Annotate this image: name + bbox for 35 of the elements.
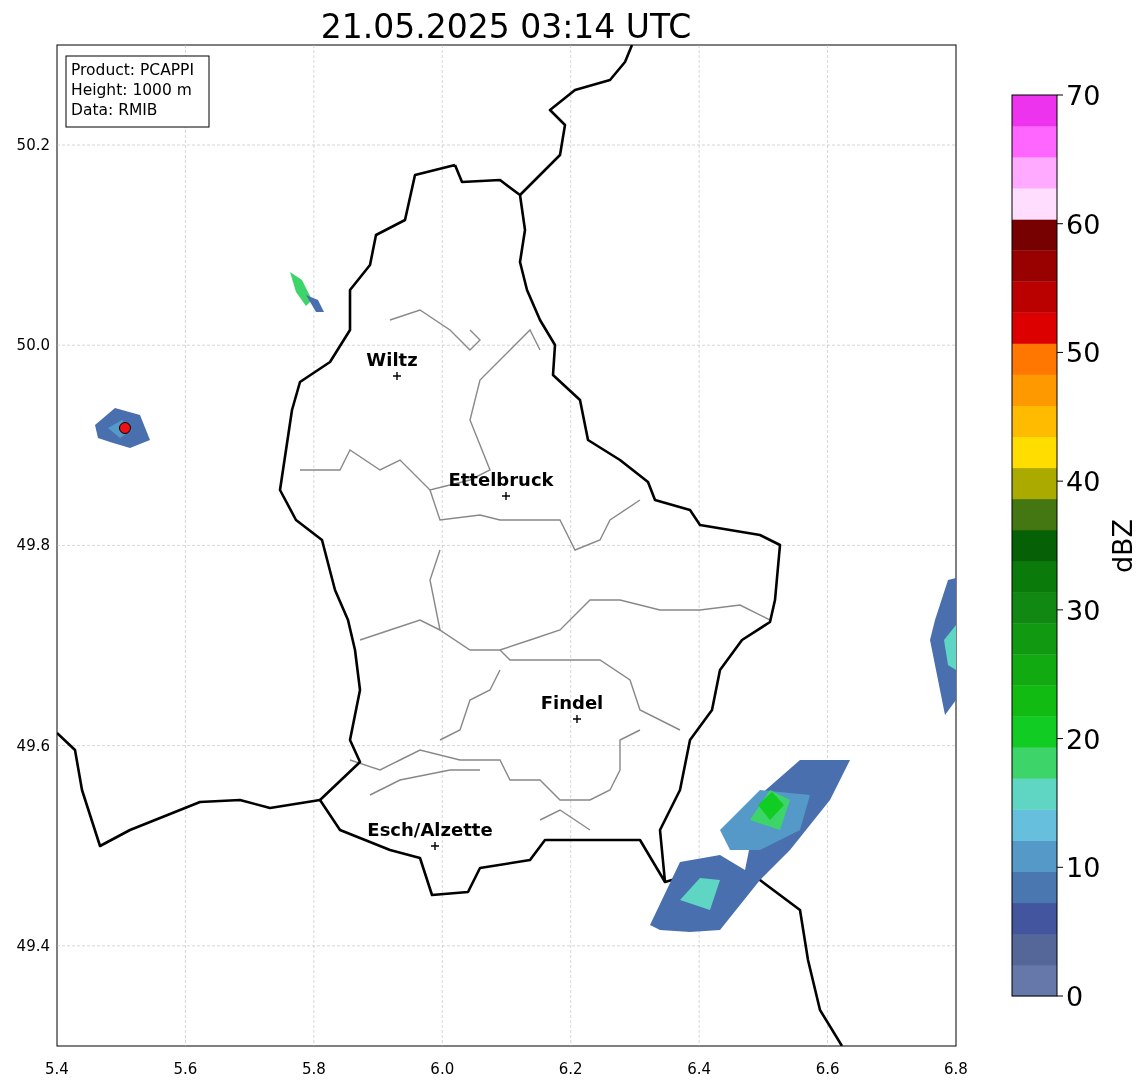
axis-tick-label: 6.4 — [687, 1060, 712, 1078]
axis-tick-label: 49.6 — [16, 736, 50, 755]
colorbar-tick-label: 20 — [1066, 723, 1101, 755]
colorbar-tick-label: 30 — [1066, 594, 1101, 626]
city-marker-icon — [392, 371, 402, 381]
colorbar-label: dBZ — [1107, 518, 1138, 574]
city-marker-icon — [501, 491, 511, 501]
axis-tick-label: 6.8 — [944, 1060, 968, 1078]
city-marker-icon — [430, 841, 440, 851]
colorbar-tick-label: 50 — [1066, 337, 1101, 369]
city-label: Ettelbruck — [448, 469, 554, 490]
colorbar-tick-label: 0 — [1066, 981, 1084, 1012]
city-label: Wiltz — [366, 349, 418, 370]
axis-tick-label: 5.8 — [301, 1060, 326, 1078]
radar-site-icon — [119, 422, 131, 434]
chart-title: 21.05.2025 03:14 UTC — [320, 7, 692, 46]
colorbar-tick-label: 60 — [1066, 208, 1101, 240]
axis-tick-label: 50.2 — [16, 136, 50, 154]
axis-tick-label: 6.0 — [430, 1060, 455, 1078]
axis-tick-label: 6.2 — [558, 1060, 583, 1078]
axis-tick-label: 6.6 — [815, 1060, 840, 1078]
info-text: Data: RMIB — [71, 101, 158, 119]
axis-tick-label: 50.0 — [16, 336, 50, 355]
axis-tick-label: 49.8 — [16, 536, 50, 555]
city-marker-icon — [572, 714, 582, 724]
colorbar-tick-label: 70 — [1066, 80, 1101, 111]
colorbar-tick-label: 10 — [1066, 852, 1101, 884]
axis-tick-label: 5.4 — [45, 1060, 69, 1078]
axis-tick-label: 49.4 — [16, 936, 50, 955]
info-text: Product: PCAPPI — [71, 61, 195, 79]
info-text: Height: 1000 m — [71, 81, 192, 99]
city-label: Esch/Alzette — [367, 819, 493, 840]
city-label: Findel — [540, 692, 604, 713]
axis-tick-label: 5.6 — [173, 1060, 198, 1078]
colorbar-tick-label: 40 — [1066, 466, 1101, 498]
